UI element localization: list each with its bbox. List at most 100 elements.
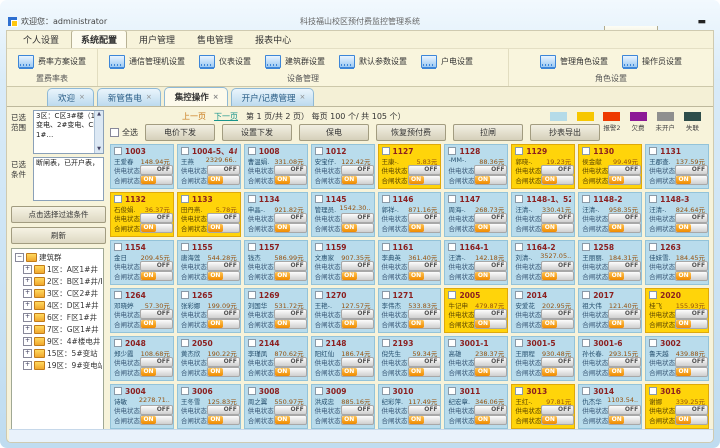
expand-icon[interactable]: + xyxy=(23,277,32,286)
close-toggle[interactable]: ON xyxy=(675,415,708,425)
meter-card[interactable]: 2050 黄杰欣 190.22元 供电状态 OFF xyxy=(177,336,241,381)
room-checkbox[interactable] xyxy=(649,147,657,155)
room-checkbox[interactable] xyxy=(515,387,523,395)
ribbon-button[interactable]: 通信管理机设置 xyxy=(102,55,192,68)
room-checkbox[interactable] xyxy=(448,147,456,155)
room-checkbox[interactable] xyxy=(649,387,657,395)
meter-card[interactable]: 1004-5、4#一 王燕 2329.66.. 供电状态 OFF xyxy=(177,144,241,189)
ribbon-button[interactable]: 仪表设置 xyxy=(192,55,258,68)
close-toggle[interactable]: ON xyxy=(675,367,708,377)
meter-card[interactable]: 1130 侯金献 99.49元 供电状态 OFF xyxy=(578,144,642,189)
close-toggle[interactable]: ON xyxy=(408,319,441,329)
meter-card[interactable]: 1265 张彩娜 199.09元 供电状态 OFF xyxy=(177,288,241,333)
expand-icon[interactable]: + xyxy=(23,349,32,358)
meter-card[interactable]: 3001-6 孙长春. 293.15元 供电状态 OFF xyxy=(578,336,642,381)
room-checkbox[interactable] xyxy=(382,195,390,203)
meter-card[interactable]: 1270 王艳-. 127.57元 供电状态 OFF xyxy=(311,288,375,333)
meter-card[interactable]: 2005 牛记申 479.87元 供电状态 OFF xyxy=(444,288,508,333)
meter-card[interactable]: 1258 王丽丽. 184.31元 供电状态 OFF xyxy=(578,240,642,285)
close-toggle[interactable]: ON xyxy=(474,367,507,377)
room-checkbox[interactable] xyxy=(248,195,256,203)
supply-toggle[interactable]: OFF xyxy=(608,309,641,319)
room-checkbox[interactable] xyxy=(515,147,523,155)
close-toggle[interactable]: ON xyxy=(474,319,507,329)
menu-item[interactable]: 用户管理 xyxy=(129,30,185,48)
room-checkbox[interactable] xyxy=(382,243,390,251)
meter-card[interactable]: 3013 王红-. 97.81元 供电状态 OFF xyxy=(511,384,575,429)
close-toggle[interactable]: ON xyxy=(274,271,307,281)
meter-card[interactable]: 3010 纪彩萍. 117.49元 供电状态 OFF xyxy=(378,384,442,429)
refresh-button[interactable]: 刷新 xyxy=(11,227,106,244)
room-checkbox[interactable] xyxy=(248,339,256,347)
tree-item[interactable]: + 6区：F区1#井（F区… xyxy=(15,312,102,323)
supply-toggle[interactable]: OFF xyxy=(541,405,574,415)
supply-toggle[interactable]: OFF xyxy=(341,309,374,319)
meter-card[interactable]: 1154 金日 209.45元 供电状态 OFF xyxy=(110,240,174,285)
document-tab[interactable]: 新管售电× xyxy=(97,88,161,106)
tab-close-icon[interactable]: × xyxy=(146,94,152,101)
close-toggle[interactable]: ON xyxy=(608,319,641,329)
expand-icon[interactable]: + xyxy=(23,325,32,334)
room-checkbox[interactable] xyxy=(114,243,122,251)
supply-toggle[interactable]: OFF xyxy=(408,357,441,367)
tab-close-icon[interactable]: × xyxy=(300,94,306,101)
close-toggle[interactable]: ON xyxy=(608,415,641,425)
room-checkbox[interactable] xyxy=(582,291,590,299)
supply-toggle[interactable]: OFF xyxy=(274,213,307,223)
meter-card[interactable]: 3009 洪成忠 885.16元 供电状态 OFF xyxy=(311,384,375,429)
close-toggle[interactable]: ON xyxy=(274,223,307,233)
filter-select-button[interactable]: 点击选择过滤条件 xyxy=(11,206,106,223)
select-all[interactable]: 全选 xyxy=(110,127,138,138)
expand-icon[interactable]: + xyxy=(23,313,32,322)
supply-toggle[interactable]: OFF xyxy=(474,165,507,175)
meter-card[interactable]: 3001-1 高雄 238.37元 供电状态 OFF xyxy=(444,336,508,381)
close-toggle[interactable]: ON xyxy=(341,319,374,329)
room-checkbox[interactable] xyxy=(515,195,523,203)
tree-item[interactable]: + 7区：G区1#井 xyxy=(15,324,102,335)
supply-toggle[interactable]: OFF xyxy=(608,261,641,271)
room-checkbox[interactable] xyxy=(448,291,456,299)
meter-card[interactable]: 1148-2 汪清-. 958.35元 供电状态 OFF xyxy=(578,192,642,237)
meter-card[interactable]: 1157 钱杰 586.99元 供电状态 OFF xyxy=(244,240,308,285)
meter-card[interactable]: 1164-2 刘清-. 3527.05.. 供电状态 OFF xyxy=(511,240,575,285)
tree-item[interactable]: + 15区：5#变站（3#… xyxy=(15,348,102,359)
room-checkbox[interactable] xyxy=(649,291,657,299)
supply-toggle[interactable]: OFF xyxy=(474,309,507,319)
room-checkbox[interactable] xyxy=(181,195,189,203)
meter-card[interactable]: 1129 郭晓-. 19.23元 供电状态 OFF xyxy=(511,144,575,189)
meter-card[interactable]: 1161 李典英 361.40元 供电状态 OFF xyxy=(378,240,442,285)
menu-item[interactable]: 报表中心 xyxy=(245,30,301,48)
room-checkbox[interactable] xyxy=(114,291,122,299)
meter-card[interactable]: 1148-3 汪清-. 824.64元 供电状态 OFF xyxy=(645,192,709,237)
supply-toggle[interactable]: OFF xyxy=(474,357,507,367)
meter-card[interactable]: 2017 祖大伟 121.40元 供电状态 OFF xyxy=(578,288,642,333)
meter-card[interactable]: 1132 石俊娟. 36.37元 供电状态 OFF xyxy=(110,192,174,237)
supply-toggle[interactable]: OFF xyxy=(541,261,574,271)
meter-card[interactable]: 2048 郑少霞 108.68元 供电状态 OFF xyxy=(110,336,174,381)
close-toggle[interactable]: ON xyxy=(341,271,374,281)
close-toggle[interactable]: ON xyxy=(608,223,641,233)
meter-card[interactable]: 2193 倪先生 59.34元 供电状态 OFF xyxy=(378,336,442,381)
room-checkbox[interactable] xyxy=(181,243,189,251)
close-toggle[interactable]: ON xyxy=(207,271,240,281)
select-all-checkbox[interactable] xyxy=(110,128,119,137)
room-checkbox[interactable] xyxy=(582,339,590,347)
close-toggle[interactable]: ON xyxy=(408,367,441,377)
ribbon-button[interactable]: 户电设置 xyxy=(414,55,480,68)
supply-toggle[interactable]: OFF xyxy=(541,357,574,367)
meter-card[interactable]: 1263 佳妹雪. 184.45元 供电状态 OFF xyxy=(645,240,709,285)
room-checkbox[interactable] xyxy=(515,339,523,347)
close-toggle[interactable]: ON xyxy=(274,367,307,377)
meter-card[interactable]: 3008 周之翼 550.97元 供电状态 OFF xyxy=(244,384,308,429)
supply-toggle[interactable]: OFF xyxy=(274,165,307,175)
supply-toggle[interactable]: OFF xyxy=(341,357,374,367)
meter-card[interactable]: 1146 郭祥-. 871.16元 供电状态 OFF xyxy=(378,192,442,237)
document-tab[interactable]: 欢迎× xyxy=(47,88,94,106)
close-toggle[interactable]: ON xyxy=(675,175,708,185)
tree-root[interactable]: − 建筑群 xyxy=(15,252,102,263)
meter-card[interactable]: 2148 阳红仙 186.74元 供电状态 OFF xyxy=(311,336,375,381)
close-toggle[interactable]: ON xyxy=(541,367,574,377)
expand-icon[interactable]: + xyxy=(23,361,32,370)
close-toggle[interactable]: ON xyxy=(608,175,641,185)
meter-card[interactable]: 3006 王冬雪 125.83元 供电状态 OFF xyxy=(177,384,241,429)
